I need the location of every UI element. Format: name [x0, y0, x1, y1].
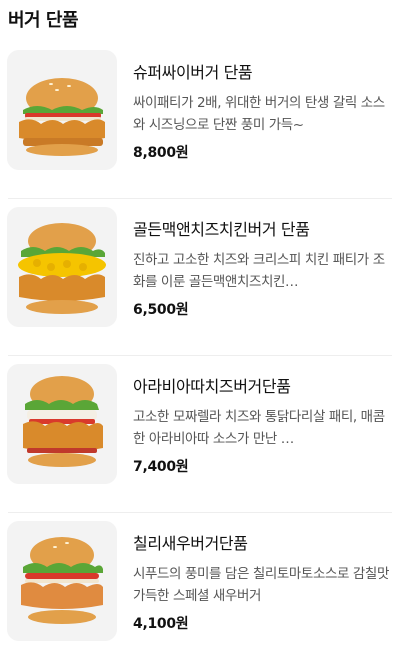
section-title: 버거 단품 [8, 10, 79, 31]
item-price: 6,500원 [133, 302, 189, 318]
item-description: 싸이패티가 2배, 위대한 버거의 탄생 갈릭 소스와 시즈닝으로 단짠 풍미 … [133, 95, 385, 133]
burger-illustration [7, 50, 117, 170]
item-name: 아라비아따치즈버거단품 [133, 377, 291, 396]
burger-illustration [7, 364, 117, 484]
burger-illustration [7, 521, 117, 641]
menu-list: 슈퍼싸이버거 단품 싸이패티가 2배, 위대한 버거의 탄생 갈릭 소스와 시즈… [0, 42, 408, 670]
burger-image [7, 50, 117, 170]
menu-item[interactable]: 아라비아따치즈버거단품 고소한 모짜렐라 치즈와 통닭다리살 패티, 매콤한 아… [0, 356, 408, 513]
burger-image [7, 364, 117, 484]
item-description: 진하고 고소한 치즈와 크리스피 치킨 패티가 조화를 이룬 골든맥앤치즈치킨… [133, 252, 385, 290]
item-description: 시푸드의 풍미를 담은 칠리토마토소스로 감칠맛 가득한 스페셜 새우버거 [133, 566, 389, 604]
item-name: 골든맥앤치즈치킨버거 단품 [133, 220, 310, 239]
item-price: 7,400원 [133, 459, 189, 475]
burger-illustration [7, 207, 117, 327]
item-description: 고소한 모짜렐라 치즈와 통닭다리살 패티, 매콤한 아라비아따 소스가 만난 … [133, 409, 385, 447]
menu-item[interactable]: 골든맥앤치즈치킨버거 단품 진하고 고소한 치즈와 크리스피 치킨 패티가 조화… [0, 199, 408, 356]
item-name: 칠리새우버거단품 [133, 534, 248, 553]
item-name: 슈퍼싸이버거 단품 [133, 63, 253, 82]
menu-item[interactable]: 슈퍼싸이버거 단품 싸이패티가 2배, 위대한 버거의 탄생 갈릭 소스와 시즈… [0, 42, 408, 199]
burger-image [7, 207, 117, 327]
burger-image [7, 521, 117, 641]
item-price: 8,800원 [133, 145, 189, 161]
item-price: 4,100원 [133, 616, 189, 632]
menu-item[interactable]: 칠리새우버거단품 시푸드의 풍미를 담은 칠리토마토소스로 감칠맛 가득한 스페… [0, 513, 408, 670]
